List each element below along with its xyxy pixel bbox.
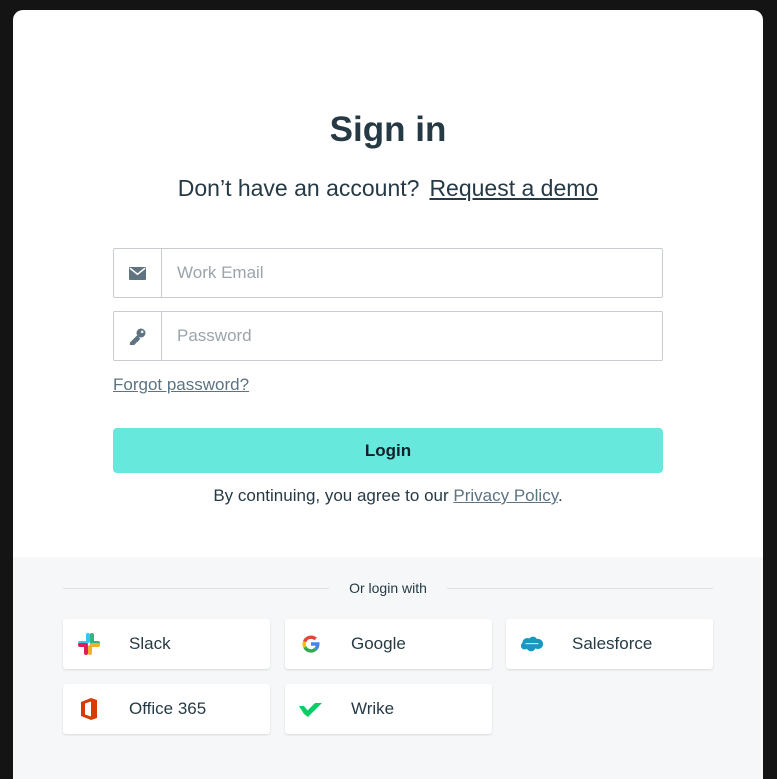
wrike-login-button[interactable]: Wrike (285, 684, 492, 734)
google-label: Google (351, 634, 406, 653)
salesforce-login-button[interactable]: Salesforce (506, 619, 713, 669)
envelope-icon (114, 249, 162, 297)
sso-divider: Or login with (63, 579, 713, 597)
office365-label: Office 365 (129, 699, 207, 718)
no-account-text: Don’t have an account? (177, 175, 420, 201)
request-demo-link[interactable]: Request a demo (429, 175, 598, 201)
signin-form-section: Sign in Don’t have an account? Request a … (13, 10, 763, 557)
terms-suffix: . (557, 486, 563, 505)
forgot-password-link[interactable]: Forgot password? (113, 375, 249, 395)
office365-login-button[interactable]: Office 365 (63, 684, 270, 734)
page-title: Sign in (329, 110, 447, 149)
wrike-icon (299, 697, 323, 721)
password-field (113, 311, 663, 361)
google-icon (299, 632, 323, 656)
slack-icon (77, 632, 101, 656)
signin-card: Sign in Don’t have an account? Request a … (13, 10, 763, 779)
privacy-policy-link[interactable]: Privacy Policy (453, 486, 558, 505)
signup-prompt: Don’t have an account? Request a demo (13, 175, 763, 202)
sso-divider-label: Or login with (349, 580, 427, 596)
key-icon (114, 312, 162, 360)
slack-login-button[interactable]: Slack (63, 619, 270, 669)
terms-prefix: By continuing, you agree to our (213, 486, 449, 505)
login-button[interactable]: Login (113, 428, 663, 473)
salesforce-label: Salesforce (572, 634, 653, 653)
terms-notice: By continuing, you agree to our Privacy … (13, 486, 763, 506)
slack-label: Slack (129, 634, 171, 653)
email-field (113, 248, 663, 298)
divider-line-left (63, 587, 330, 589)
password-input[interactable] (162, 312, 662, 360)
email-input[interactable] (162, 249, 662, 297)
google-login-button[interactable]: Google (285, 619, 492, 669)
sso-section: Or login with Slack Google Salesforce Of… (13, 557, 763, 779)
divider-line-right (446, 587, 713, 589)
office365-icon (77, 697, 101, 721)
salesforce-icon (520, 632, 544, 656)
wrike-label: Wrike (351, 699, 395, 718)
